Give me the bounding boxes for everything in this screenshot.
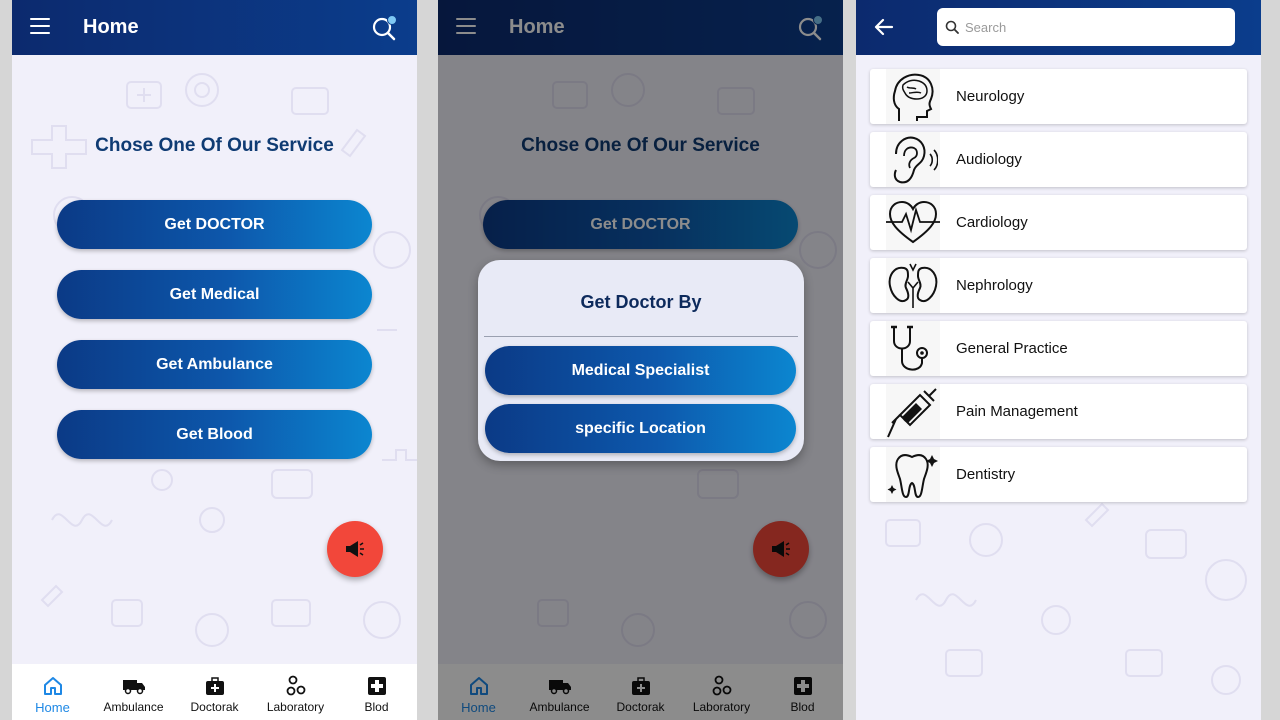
search-field[interactable] [937, 8, 1235, 46]
home-icon [41, 674, 65, 698]
nav-label: Doctorak [190, 700, 239, 714]
nav-label: Blod [364, 700, 389, 714]
divider [484, 336, 798, 337]
nav-label: Home [35, 700, 70, 715]
announcement-fab-button[interactable] [327, 521, 383, 577]
specific-location-button[interactable]: specific Location [485, 404, 796, 453]
medical-bag-icon [203, 674, 227, 698]
specialty-label: Neurology [956, 88, 1025, 105]
specialty-item-nephrology[interactable]: Nephrology [870, 258, 1247, 313]
specialty-label: Cardiology [956, 214, 1028, 231]
app-bar: Home [12, 0, 417, 55]
search-app-bar [856, 0, 1261, 55]
specialty-item-audiology[interactable]: Audiology [870, 132, 1247, 187]
nav-label: Laboratory [266, 700, 325, 714]
get-medical-button[interactable]: Get Medical [57, 270, 372, 319]
hamburger-menu-icon[interactable] [30, 18, 50, 36]
bottom-navigation: Home Ambulance Doctorak Laboratory Blod [12, 664, 417, 720]
megaphone-icon [346, 541, 364, 557]
blood-cross-icon [365, 674, 389, 698]
nav-item-blod[interactable]: Blod [336, 664, 417, 720]
page-title: Home [83, 16, 139, 38]
specialty-item-pain-management[interactable]: Pain Management [870, 384, 1247, 439]
nav-label: Ambulance [103, 700, 164, 714]
specialty-item-neurology[interactable]: Neurology [870, 69, 1247, 124]
medical-specialist-button[interactable]: Medical Specialist [485, 346, 796, 395]
get-blood-button[interactable]: Get Blood [57, 410, 372, 459]
get-ambulance-button[interactable]: Get Ambulance [57, 340, 372, 389]
specialty-item-cardiology[interactable]: Cardiology [870, 195, 1247, 250]
dialog-title: Get Doctor By [580, 292, 702, 312]
specialty-label: General Practice [956, 340, 1068, 357]
syringe-icon [886, 384, 940, 439]
home-screen-dialog: Home Chose One Of Our Service Get DOCTOR… [438, 0, 843, 720]
kidneys-icon [886, 258, 940, 313]
specialty-label: Nephrology [956, 277, 1033, 294]
specialty-item-general-practice[interactable]: General Practice [870, 321, 1247, 376]
home-screen: Home Chose One Of Our Service Get DOCTOR… [12, 0, 417, 720]
search-icon [945, 20, 959, 34]
get-doctor-by-dialog: Get Doctor By Medical Specialist specifi… [478, 260, 804, 461]
tooth-icon [886, 447, 940, 502]
main-content: Chose One Of Our Service Get DOCTOR Get … [12, 55, 417, 665]
specialty-item-dentistry[interactable]: Dentistry [870, 447, 1247, 502]
ambulance-icon [122, 674, 146, 698]
specialty-label: Dentistry [956, 466, 1016, 483]
nav-item-home[interactable]: Home [12, 664, 93, 720]
ear-icon [886, 132, 940, 187]
nav-item-ambulance[interactable]: Ambulance [93, 664, 174, 720]
specialty-label: Audiology [956, 151, 1022, 168]
specialty-label: Pain Management [956, 403, 1078, 420]
specialty-list: Neurology Audiology Cardiology Nephrolog… [870, 69, 1247, 510]
search-input[interactable] [965, 8, 1225, 46]
brain-head-icon [886, 69, 940, 124]
nav-item-doctorak[interactable]: Doctorak [174, 664, 255, 720]
specialties-screen: Neurology Audiology Cardiology Nephrolog… [856, 0, 1261, 720]
section-title: Chose One Of Our Service [95, 135, 334, 156]
nav-item-laboratory[interactable]: Laboratory [255, 664, 336, 720]
stethoscope-icon [886, 321, 940, 376]
get-doctor-button[interactable]: Get DOCTOR [57, 200, 372, 249]
search-icon[interactable] [371, 15, 397, 41]
notification-dot [387, 15, 397, 25]
laboratory-icon [284, 674, 308, 698]
heart-pulse-icon [886, 195, 940, 250]
back-arrow-icon[interactable] [874, 18, 894, 41]
